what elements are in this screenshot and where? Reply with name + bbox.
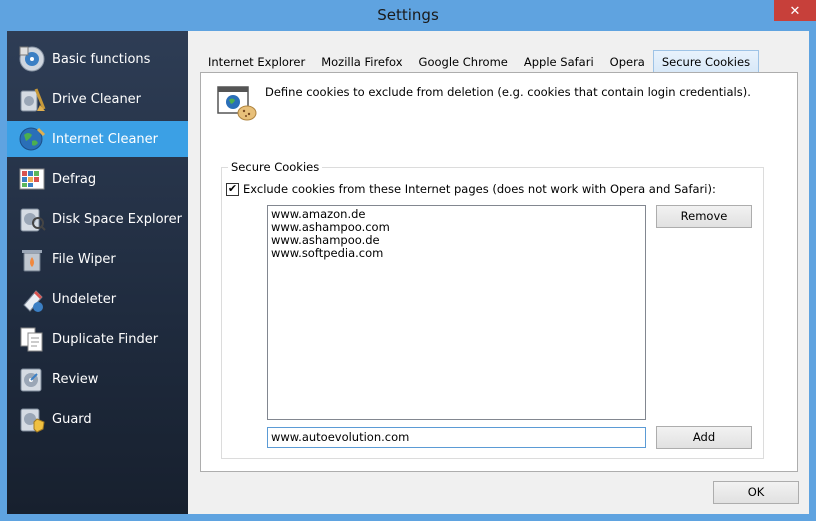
tab-strip: Internet Explorer Mozilla Firefox Google… bbox=[200, 50, 760, 73]
duplicate-finder-icon bbox=[17, 324, 47, 354]
basic-functions-icon bbox=[17, 44, 47, 74]
group-title: Secure Cookies bbox=[228, 160, 323, 174]
sidebar-item-label: Internet Cleaner bbox=[52, 131, 158, 147]
new-site-input[interactable]: www.autoevolution.com bbox=[267, 427, 646, 448]
sidebar-item-drive-cleaner[interactable]: Drive Cleaner bbox=[7, 81, 188, 117]
tab-google-chrome[interactable]: Google Chrome bbox=[411, 51, 516, 73]
sidebar: Basic functions Drive Cleaner Internet C… bbox=[7, 31, 188, 514]
sidebar-item-label: File Wiper bbox=[52, 251, 116, 267]
sidebar-item-label: Guard bbox=[52, 411, 92, 427]
defrag-icon bbox=[17, 164, 47, 194]
sidebar-item-duplicate-finder[interactable]: Duplicate Finder bbox=[7, 321, 188, 357]
tab-mozilla-firefox[interactable]: Mozilla Firefox bbox=[313, 51, 410, 73]
sidebar-item-label: Drive Cleaner bbox=[52, 91, 142, 107]
sidebar-item-review[interactable]: Review bbox=[7, 361, 188, 397]
undeleter-icon bbox=[17, 284, 47, 314]
disk-space-icon bbox=[17, 204, 47, 234]
window-title: Settings bbox=[377, 6, 439, 24]
sidebar-item-label: Duplicate Finder bbox=[52, 331, 159, 347]
sidebar-item-defrag[interactable]: Defrag bbox=[7, 161, 188, 197]
excluded-sites-list[interactable]: www.amazon.de www.ashampoo.com www.asham… bbox=[267, 205, 646, 420]
drive-cleaner-icon bbox=[17, 84, 47, 114]
settings-content: Internet Explorer Mozilla Firefox Google… bbox=[188, 31, 809, 514]
sidebar-item-internet-cleaner[interactable]: Internet Cleaner bbox=[7, 121, 188, 157]
tab-secure-cookies[interactable]: Secure Cookies bbox=[652, 50, 760, 73]
sidebar-item-label: Review bbox=[52, 371, 99, 387]
cookie-browser-icon bbox=[216, 83, 257, 123]
settings-window: Settings ✕ Basic functions Drive Cleaner bbox=[0, 0, 816, 521]
file-wiper-icon bbox=[17, 244, 47, 274]
client-area: Basic functions Drive Cleaner Internet C… bbox=[7, 31, 809, 514]
sidebar-item-label: Undeleter bbox=[52, 291, 117, 307]
secure-cookies-panel: Define cookies to exclude from deletion … bbox=[200, 72, 798, 472]
sidebar-item-label: Disk Space Explorer bbox=[52, 211, 182, 227]
title-bar[interactable]: Settings ✕ bbox=[0, 0, 816, 31]
panel-description: Define cookies to exclude from deletion … bbox=[265, 85, 751, 99]
ok-button[interactable]: OK bbox=[713, 481, 799, 504]
add-button[interactable]: Add bbox=[656, 426, 752, 449]
guard-icon bbox=[17, 404, 47, 434]
tab-internet-explorer[interactable]: Internet Explorer bbox=[200, 51, 313, 73]
exclude-cookies-checkbox[interactable]: ✔ bbox=[226, 182, 239, 196]
list-item[interactable]: www.softpedia.com bbox=[271, 247, 642, 260]
review-icon bbox=[17, 364, 47, 394]
exclude-cookies-option[interactable]: ✔ Exclude cookies from these Internet pa… bbox=[226, 182, 716, 196]
sidebar-item-undeleter[interactable]: Undeleter bbox=[7, 281, 188, 317]
sidebar-item-basic-functions[interactable]: Basic functions bbox=[7, 41, 188, 77]
remove-button[interactable]: Remove bbox=[656, 205, 752, 228]
sidebar-item-guard[interactable]: Guard bbox=[7, 401, 188, 437]
tab-apple-safari[interactable]: Apple Safari bbox=[516, 51, 602, 73]
internet-cleaner-icon bbox=[17, 124, 47, 154]
sidebar-item-disk-space-explorer[interactable]: Disk Space Explorer bbox=[7, 201, 188, 237]
sidebar-item-label: Defrag bbox=[52, 171, 97, 187]
secure-cookies-group: Secure Cookies ✔ Exclude cookies from th… bbox=[221, 160, 764, 459]
sidebar-item-label: Basic functions bbox=[52, 51, 151, 67]
tab-opera[interactable]: Opera bbox=[602, 51, 653, 73]
exclude-cookies-label: Exclude cookies from these Internet page… bbox=[243, 182, 716, 196]
sidebar-item-file-wiper[interactable]: File Wiper bbox=[7, 241, 188, 277]
close-button[interactable]: ✕ bbox=[774, 0, 816, 21]
